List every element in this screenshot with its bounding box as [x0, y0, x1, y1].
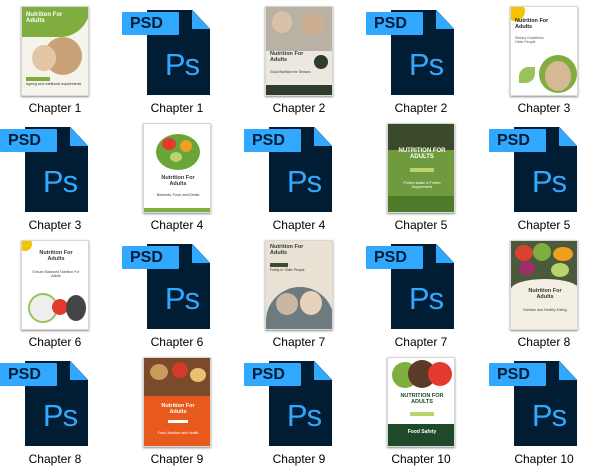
cover-thumbnail: Nutrition For Adults Food, Nutrition and… [143, 357, 211, 447]
file-name: Chapter 10 [391, 452, 451, 466]
file-item[interactable]: NUTRITION FOR ADULTS Food Safety Chapter… [366, 351, 476, 468]
cover-thumbnail: Nutrition For Adults Frailty in Older Pe… [265, 240, 333, 330]
file-name: Chapter 8 [517, 335, 571, 349]
file-name: Chapter 9 [272, 452, 326, 466]
photoshop-psd-icon: Ps PSD [366, 10, 476, 96]
file-item[interactable]: Ps PSD Chapter 3 [0, 117, 110, 234]
file-item[interactable]: Ps PSD Chapter 5 [489, 117, 595, 234]
cover-subtitle: Ageing and nutritional requirements [26, 82, 82, 86]
file-name: Chapter 4 [272, 218, 326, 232]
photoshop-psd-icon: Ps PSD [244, 361, 354, 447]
file-item[interactable]: Ps PSD Chapter 9 [244, 351, 354, 468]
file-item[interactable]: Ps PSD Chapter 7 [366, 234, 476, 351]
cover-thumbnail: NUTRITION FOR ADULTS Food Safety [387, 357, 455, 447]
cover-thumbnail: Nutrition For Adults Nutrition and Healt… [510, 240, 578, 330]
file-item[interactable]: Ps PSD Chapter 1 [122, 0, 232, 117]
file-name: Chapter 3 [28, 218, 82, 232]
file-grid: Nutrition For Adults Ageing and nutritio… [0, 0, 595, 473]
cover-subtitle: Nutrition and Healthy Eating [523, 308, 567, 312]
file-name: Chapter 7 [272, 335, 326, 349]
file-item[interactable]: Ps PSD Chapter 6 [122, 234, 232, 351]
file-name: Chapter 7 [394, 335, 448, 349]
file-item[interactable]: Nutrition For Adults Dietary Guidelines … [489, 0, 595, 117]
photoshop-psd-icon: Ps PSD [489, 361, 595, 447]
cover-thumbnail: Nutrition For Adults Good Nutrition for … [265, 6, 333, 96]
cover-subtitle: Protein Intake & Protein Supplements [403, 181, 441, 189]
file-name: Chapter 10 [514, 452, 574, 466]
file-item[interactable]: Nutrition For Adults Nutrition and Healt… [489, 234, 595, 351]
file-item[interactable]: NUTRITION FOR ADULTS Protein Intake & Pr… [366, 117, 476, 234]
photoshop-psd-icon: Ps PSD [366, 244, 476, 330]
file-item[interactable]: Ps PSD Chapter 4 [244, 117, 354, 234]
cover-title: Nutrition For Adults [26, 12, 63, 25]
file-item[interactable]: Ps PSD Chapter 8 [0, 351, 110, 468]
file-name: Chapter 3 [517, 101, 571, 115]
cover-thumbnail: NUTRITION FOR ADULTS Protein Intake & Pr… [387, 123, 455, 213]
cover-title: Nutrition For Adults [528, 288, 562, 300]
file-name: Chapter 2 [394, 101, 448, 115]
file-item[interactable]: Nutrition For Adults Nutrients, Food, an… [122, 117, 232, 234]
file-item[interactable]: Nutrition For Adults Ensure Balanced Nut… [0, 234, 110, 351]
file-item[interactable]: Nutrition For Adults Good Nutrition for … [244, 0, 354, 117]
photoshop-psd-icon: Ps PSD [489, 127, 595, 213]
file-item[interactable]: Ps PSD Chapter 10 [489, 351, 595, 468]
file-name: Chapter 9 [150, 452, 204, 466]
cover-title: Nutrition For Adults [161, 403, 195, 415]
file-item[interactable]: Nutrition For Adults Food, Nutrition and… [122, 351, 232, 468]
photoshop-psd-icon: Ps PSD [122, 10, 232, 96]
cover-subtitle: Food Safety [407, 429, 437, 435]
file-item[interactable]: Ps PSD Chapter 2 [366, 0, 476, 117]
file-name: Chapter 5 [394, 218, 448, 232]
file-name: Chapter 1 [28, 101, 82, 115]
photoshop-psd-icon: Ps PSD [244, 127, 354, 213]
cover-title: NUTRITION FOR ADULTS [400, 393, 444, 405]
cover-thumbnail: Nutrition For Adults Ensure Balanced Nut… [21, 240, 89, 330]
cover-subtitle: Nutrients, Food, and Drinks [156, 193, 200, 197]
photoshop-psd-icon: Ps PSD [0, 127, 110, 213]
cover-title: Nutrition For Adults [270, 51, 304, 63]
file-name: Chapter 1 [150, 101, 204, 115]
file-name: Chapter 5 [517, 218, 571, 232]
cover-title: Nutrition For Adults [270, 244, 304, 256]
cover-subtitle: Ensure Balanced Nutrition For Adults [32, 270, 80, 278]
file-name: Chapter 4 [150, 218, 204, 232]
cover-thumbnail: Nutrition For Adults Dietary Guidelines … [510, 6, 578, 96]
file-name: Chapter 6 [28, 335, 82, 349]
file-name: Chapter 8 [28, 452, 82, 466]
file-name: Chapter 6 [150, 335, 204, 349]
file-item[interactable]: Nutrition For Adults Ageing and nutritio… [0, 0, 110, 117]
cover-thumbnail: Nutrition For Adults Nutrients, Food, an… [143, 123, 211, 213]
cover-title: Nutrition For Adults [515, 18, 549, 30]
photoshop-psd-icon: Ps PSD [122, 244, 232, 330]
cover-thumbnail: Nutrition For Adults Ageing and nutritio… [21, 6, 89, 96]
photoshop-psd-icon: Ps PSD [0, 361, 110, 447]
cover-title: Nutrition For Adults [39, 250, 73, 262]
cover-subtitle: Food, Nutrition and Health [157, 431, 199, 435]
cover-subtitle: Good Nutrition for Seniors [270, 70, 311, 74]
cover-subtitle: Frailty in Older People [270, 268, 305, 272]
cover-subtitle: Dietary Guidelines Older People [515, 36, 544, 44]
file-item[interactable]: Nutrition For Adults Frailty in Older Pe… [244, 234, 354, 351]
file-name: Chapter 2 [272, 101, 326, 115]
cover-title: NUTRITION FOR ADULTS [398, 148, 446, 161]
cover-title: Nutrition For Adults [161, 175, 195, 187]
